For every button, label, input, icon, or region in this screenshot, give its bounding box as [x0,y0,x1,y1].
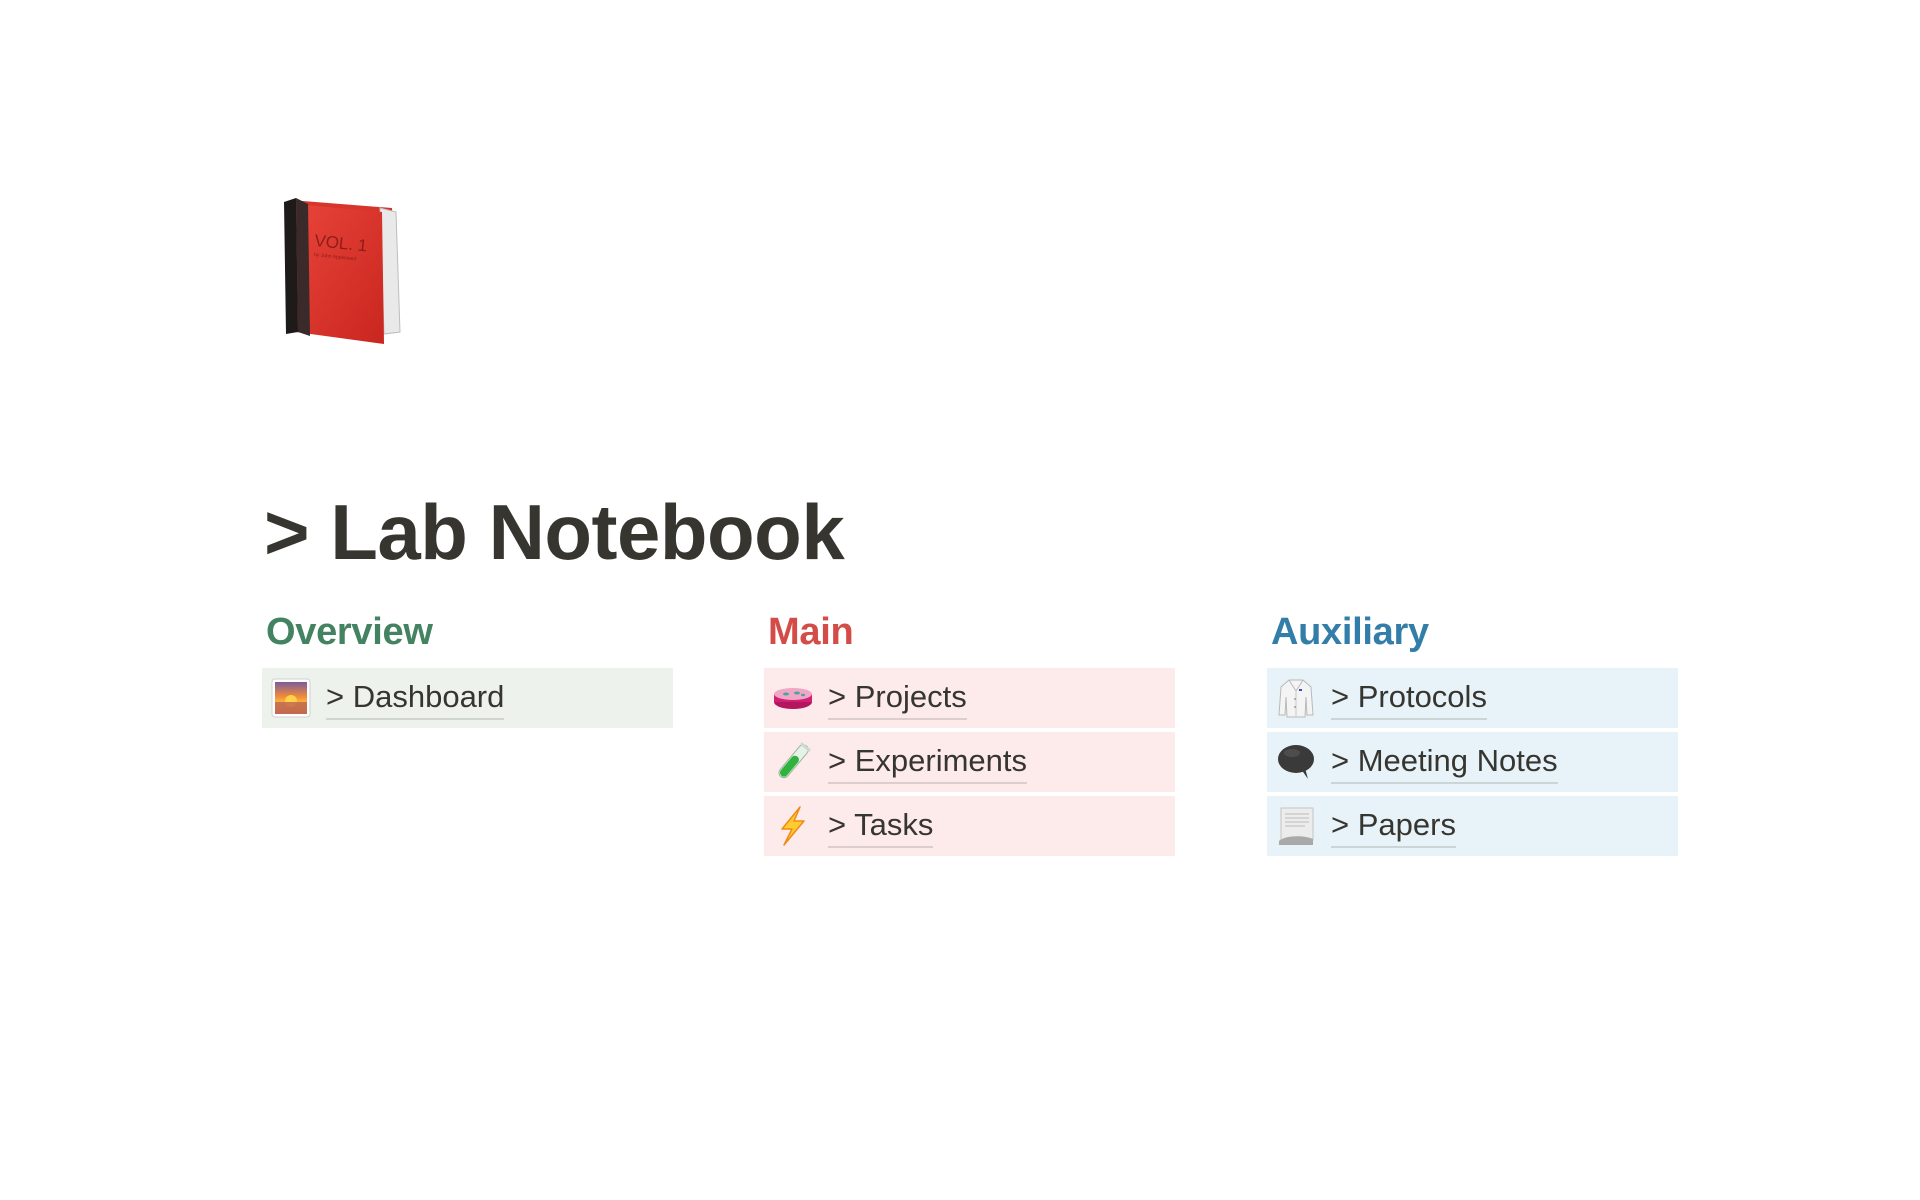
red-book-icon[interactable]: VOL. 1 by John Appleseed [280,194,412,350]
auxiliary-heading: Auxiliary [1271,611,1429,653]
tasks-link[interactable]: > Tasks [828,805,934,848]
page-curl-icon [1275,805,1317,847]
test-tube-icon [772,741,814,783]
overview-column: Overview > Dashboard [262,604,673,732]
papers-link-row[interactable]: > Papers [1267,796,1678,856]
lightning-icon [772,805,814,847]
dashboard-link-row[interactable]: > Dashboard [262,668,673,728]
overview-heading: Overview [266,611,433,653]
main-column: Main > Projects > Experiments > Tasks [764,604,1175,860]
projects-link[interactable]: > Projects [828,677,967,720]
tasks-link-row[interactable]: > Tasks [764,796,1175,856]
meeting-notes-link-row[interactable]: > Meeting Notes [1267,732,1678,792]
petri-dish-icon [772,677,814,719]
protocols-link-row[interactable]: > Protocols [1267,668,1678,728]
meeting-notes-link[interactable]: > Meeting Notes [1331,741,1558,784]
dashboard-link[interactable]: > Dashboard [326,677,505,720]
page-title: > Lab Notebook [264,488,845,577]
speech-balloon-icon [1275,741,1317,783]
protocols-link[interactable]: > Protocols [1331,677,1487,720]
experiments-link-row[interactable]: > Experiments [764,732,1175,792]
projects-link-row[interactable]: > Projects [764,668,1175,728]
sunrise-icon [270,677,312,719]
lab-coat-icon [1275,677,1317,719]
experiments-link[interactable]: > Experiments [828,741,1028,784]
papers-link[interactable]: > Papers [1331,805,1456,848]
auxiliary-column: Auxiliary > Protocols > Meeting Notes > … [1267,604,1678,860]
main-heading: Main [768,611,854,653]
